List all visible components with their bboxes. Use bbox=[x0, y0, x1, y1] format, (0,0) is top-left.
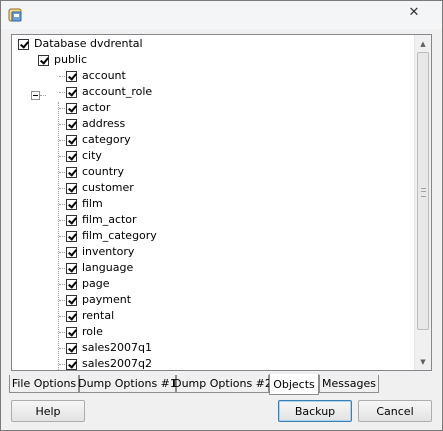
tree-node-table[interactable]: inventory bbox=[57, 244, 134, 260]
backup-dialog: ✕ Database dvdrental public account accou… bbox=[0, 0, 443, 431]
cancel-button[interactable]: Cancel bbox=[358, 400, 432, 422]
vertical-scrollbar[interactable]: ▲ ▼ bbox=[414, 35, 431, 370]
tree-node-table[interactable]: account bbox=[57, 68, 126, 84]
checkbox[interactable] bbox=[66, 102, 77, 114]
checkbox[interactable] bbox=[66, 326, 77, 338]
checkbox[interactable] bbox=[66, 278, 77, 290]
tree-node-table[interactable]: film_category bbox=[57, 228, 157, 244]
tree-node-table[interactable]: page bbox=[57, 276, 109, 292]
tab-dump-options-1[interactable]: Dump Options #1 bbox=[78, 375, 177, 393]
scroll-grip-icon bbox=[421, 188, 426, 197]
tree-node-label: Database dvdrental bbox=[34, 37, 143, 50]
tab-dump-options-2[interactable]: Dump Options #2 bbox=[173, 375, 272, 393]
tab-messages[interactable]: Messages bbox=[319, 375, 379, 393]
help-button[interactable]: Help bbox=[11, 400, 85, 422]
tree-node-table[interactable]: account_role bbox=[57, 84, 152, 100]
tree-content: Database dvdrental public account account… bbox=[12, 35, 414, 370]
checkbox[interactable] bbox=[66, 214, 77, 226]
tree-collapse-icon[interactable] bbox=[31, 91, 40, 100]
tree-node-label: inventory bbox=[82, 245, 135, 258]
checkbox[interactable] bbox=[66, 134, 77, 146]
tree-node-table[interactable]: category bbox=[57, 132, 131, 148]
checkbox[interactable] bbox=[66, 182, 77, 194]
tree-node-label: actor bbox=[82, 101, 111, 114]
tree-node-label: film bbox=[82, 197, 103, 210]
checkbox[interactable] bbox=[66, 358, 77, 370]
tab-objects[interactable]: Objects bbox=[269, 374, 319, 395]
checkbox[interactable] bbox=[66, 262, 77, 274]
tree-node-table[interactable]: language bbox=[57, 260, 133, 276]
checkbox[interactable] bbox=[66, 70, 77, 82]
tree-node-schema[interactable]: public bbox=[38, 52, 87, 68]
tree-node-label: film_actor bbox=[82, 213, 137, 226]
checkbox[interactable] bbox=[66, 86, 77, 98]
tree-node-label: rental bbox=[82, 309, 115, 322]
tree-node-table[interactable]: country bbox=[57, 164, 124, 180]
tree-node-table[interactable]: address bbox=[57, 116, 125, 132]
checkbox[interactable] bbox=[66, 310, 77, 322]
tree-node-label: country bbox=[82, 165, 125, 178]
tree-node-label: category bbox=[82, 133, 131, 146]
scroll-down-arrow-icon[interactable]: ▼ bbox=[415, 353, 431, 370]
checkbox[interactable] bbox=[66, 342, 77, 354]
tree-node-label: film_category bbox=[82, 229, 157, 242]
tree-node-label: city bbox=[82, 149, 102, 162]
tree-node-label: account bbox=[82, 69, 126, 82]
title-bar: ✕ bbox=[1, 1, 442, 29]
scroll-up-arrow-icon[interactable]: ▲ bbox=[415, 35, 431, 52]
tree-node-table[interactable]: customer bbox=[57, 180, 134, 196]
tree-node-label: payment bbox=[82, 293, 132, 306]
tree-node-table[interactable]: payment bbox=[57, 292, 131, 308]
checkbox[interactable] bbox=[66, 246, 77, 258]
tree-node-label: sales2007q2 bbox=[82, 357, 153, 370]
tree-node-table[interactable]: role bbox=[57, 324, 103, 340]
close-button[interactable]: ✕ bbox=[392, 2, 436, 22]
checkbox[interactable] bbox=[66, 294, 77, 306]
tree-node-table[interactable]: film bbox=[57, 196, 103, 212]
checkbox[interactable] bbox=[66, 118, 77, 130]
tree-node-table[interactable]: film_actor bbox=[57, 212, 137, 228]
checkbox[interactable] bbox=[66, 230, 77, 242]
checkbox[interactable] bbox=[38, 54, 49, 66]
checkbox[interactable] bbox=[18, 38, 29, 50]
tab-file-options[interactable]: File Options bbox=[9, 375, 79, 393]
tree-node-label: sales2007q1 bbox=[82, 341, 153, 354]
tree-node-label: address bbox=[82, 117, 126, 130]
tree-node-database[interactable]: Database dvdrental bbox=[18, 36, 143, 52]
scroll-thumb[interactable] bbox=[417, 52, 429, 330]
tree-node-table[interactable]: city bbox=[57, 148, 102, 164]
checkbox[interactable] bbox=[66, 150, 77, 162]
tree-node-label: page bbox=[82, 277, 110, 290]
tree-node-label: role bbox=[82, 325, 103, 338]
tree-node-label: customer bbox=[82, 181, 134, 194]
tree-node-table[interactable]: rental bbox=[57, 308, 114, 324]
tree-node-table[interactable]: sales2007q1 bbox=[57, 340, 152, 356]
backup-button[interactable]: Backup bbox=[278, 400, 352, 422]
backup-app-icon bbox=[8, 8, 22, 22]
tree-node-label: public bbox=[54, 53, 88, 66]
close-icon: ✕ bbox=[408, 4, 420, 20]
checkbox[interactable] bbox=[66, 166, 77, 178]
tree-node-table[interactable]: sales2007q2 bbox=[57, 356, 153, 370]
tree-node-label: language bbox=[82, 261, 134, 274]
tree-connector bbox=[40, 95, 46, 96]
tree-node-label: account_role bbox=[82, 85, 153, 98]
tree-node-table[interactable]: actor bbox=[57, 100, 110, 116]
checkbox[interactable] bbox=[66, 198, 77, 210]
objects-tree[interactable]: Database dvdrental public account account… bbox=[11, 34, 432, 371]
